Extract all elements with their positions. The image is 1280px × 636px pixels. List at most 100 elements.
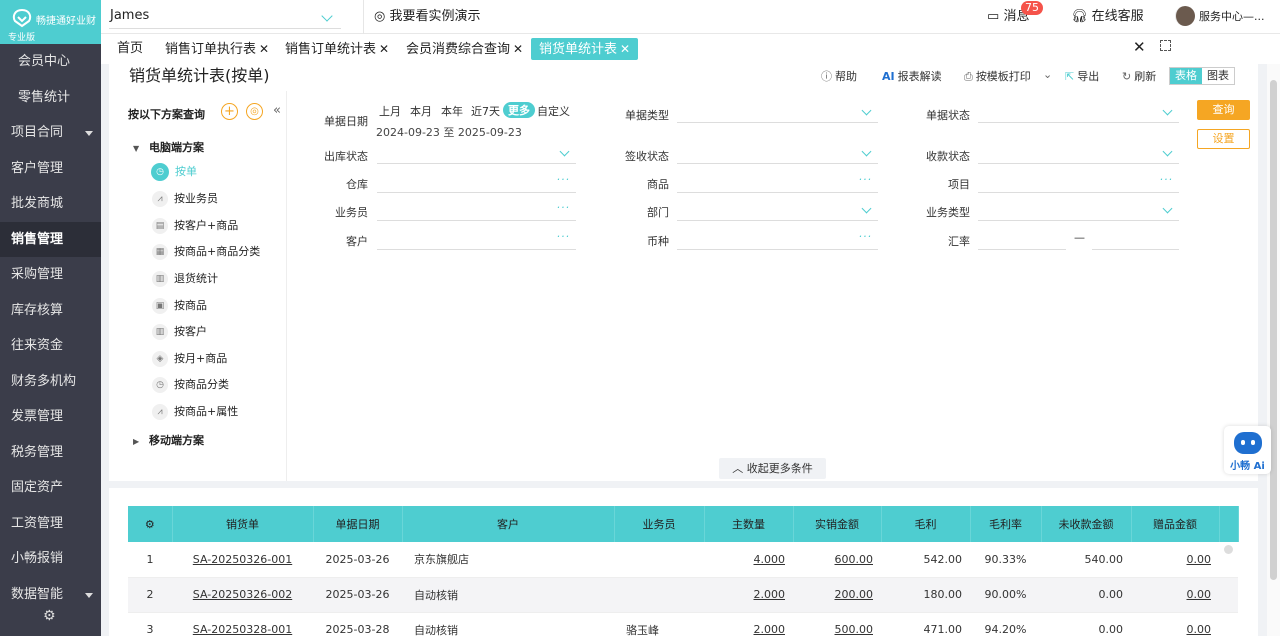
gift-cell[interactable]: 0.00 (1131, 577, 1219, 613)
tree-item-by-salesman[interactable]: ⩘ 按业务员 (152, 190, 218, 208)
export-button[interactable]: ⇱ 导出 (1065, 68, 1099, 84)
view-chart-button[interactable]: 图表 (1202, 68, 1234, 84)
date-range-value[interactable]: 2024-09-23 至 2025-09-23 (376, 124, 522, 140)
tree-item-by-customer-product[interactable]: ▤ 按客户+商品 (152, 217, 238, 235)
settings-button[interactable]: 设置 (1197, 129, 1250, 149)
tab-sales-order-stats[interactable]: 销售订单统计表 ✕ (285, 38, 389, 60)
table-row[interactable]: 3 SA-20250328-001 2025-03-28 自动核销 骆玉峰 2.… (128, 612, 1238, 636)
collapse-panel-icon[interactable]: « (273, 103, 281, 118)
salesman-field[interactable]: ··· (377, 199, 576, 221)
doc-status-select[interactable] (978, 101, 1179, 123)
sidebar-item-sales[interactable]: 销售管理 (0, 221, 101, 257)
refresh-button[interactable]: ↻ 刷新 (1122, 68, 1156, 84)
qty-link[interactable]: 4.000 (754, 553, 786, 566)
customer-field[interactable]: ··· (377, 228, 576, 250)
sidebar-item-finance-org[interactable]: 财务多机构 (0, 364, 101, 400)
column-header[interactable]: 毛利率 (970, 506, 1042, 542)
gear-icon[interactable]: ⚙ (43, 608, 56, 624)
doc-number-link[interactable]: SA-20250326-002 (172, 577, 313, 613)
doc-number[interactable]: SA-20250326-001 (193, 553, 292, 566)
table-scroll-handle[interactable] (1224, 545, 1233, 554)
quick-this-month[interactable]: 本月 (410, 103, 432, 119)
quick-more[interactable]: 更多 (503, 102, 535, 118)
sign-status-select[interactable] (677, 142, 878, 164)
logo[interactable]: 畅捷通好业财 专业版 (0, 0, 101, 44)
gift-link[interactable]: 0.00 (1187, 553, 1212, 566)
tree-item-by-product[interactable]: ▣ 按商品 (152, 297, 207, 315)
ai-assistant-button[interactable]: 小畅 Ai (1224, 426, 1271, 474)
query-button[interactable]: 查询 (1197, 100, 1250, 120)
quick-last-7-days[interactable]: 近7天 (471, 103, 500, 119)
doc-number[interactable]: SA-20250326-002 (193, 588, 292, 601)
doc-number[interactable]: SA-20250328-001 (193, 623, 292, 636)
out-status-select[interactable] (377, 142, 576, 164)
close-icon[interactable]: ✕ (379, 42, 389, 56)
tree-item-by-month-product[interactable]: ◈ 按月+商品 (152, 350, 227, 368)
close-icon[interactable]: ✕ (620, 42, 630, 56)
tree-item-by-customer[interactable]: ▥ 按客户 (152, 323, 207, 341)
doc-number-link[interactable]: SA-20250328-001 (172, 612, 313, 636)
account-select[interactable]: James (109, 3, 341, 29)
tab-sales-delivery-stats[interactable]: 销货单统计表 ✕ (531, 38, 639, 60)
qty-link[interactable]: 2.000 (754, 588, 786, 601)
more-dots-icon[interactable]: ··· (557, 201, 571, 214)
more-dots-icon[interactable]: ··· (557, 173, 571, 186)
tab-sales-order-exec[interactable]: 销售订单执行表 ✕ (165, 38, 269, 60)
tree-item-by-category[interactable]: ◷ 按商品分类 (152, 376, 229, 394)
column-header[interactable]: 毛利 (881, 506, 971, 542)
print-dropdown-icon[interactable]: ⌄ (1043, 68, 1052, 81)
gift-cell[interactable]: 0.00 (1131, 542, 1219, 578)
table-row[interactable]: 2 SA-20250326-002 2025-03-26 自动核销 2.000 … (128, 577, 1238, 613)
more-dots-icon[interactable]: ··· (557, 230, 571, 243)
sidebar-item-retail-stats[interactable]: 零售统计 (0, 80, 101, 116)
online-service-button[interactable]: 🎧︎ 在线客服 (1071, 0, 1144, 34)
sidebar-item-project-contract[interactable]: 项目合同 (0, 115, 101, 151)
sidebar-item-payroll[interactable]: 工资管理 (0, 506, 101, 542)
column-header[interactable]: 主数量 (704, 506, 794, 542)
amount-link[interactable]: 600.00 (835, 553, 874, 566)
print-template-button[interactable]: ⎙ 按模板打印 (964, 68, 1031, 84)
tree-item-by-product-attr[interactable]: ⩘ 按商品+属性 (152, 403, 238, 421)
qty-cell[interactable]: 2.000 (704, 577, 793, 613)
currency-field[interactable]: ··· (677, 228, 878, 250)
add-scheme-icon[interactable]: + (221, 103, 238, 120)
tree-group-mobile[interactable]: ▶ 移动端方案 (133, 432, 204, 448)
sidebar-item-fixed-assets[interactable]: 固定资产 (0, 470, 101, 506)
sidebar-item-purchase[interactable]: 采购管理 (0, 257, 101, 293)
target-icon[interactable]: ◎ (246, 103, 263, 120)
column-header[interactable]: 未收款金额 (1041, 506, 1132, 542)
tree-item-returns[interactable]: ▥ 退货统计 (152, 270, 218, 288)
service-center-menu[interactable]: 服务中心—... (1199, 0, 1265, 34)
quick-this-year[interactable]: 本年 (441, 103, 463, 119)
tab-member-consumption[interactable]: 会员消费综合查询 ✕ (406, 38, 523, 60)
amount-cell[interactable]: 600.00 (793, 542, 881, 578)
column-header[interactable]: 单据日期 (313, 506, 403, 542)
ai-read-button[interactable]: AI 报表解读 (882, 68, 942, 84)
column-settings-icon[interactable]: ⚙ (128, 506, 173, 542)
gift-link[interactable]: 0.00 (1187, 623, 1212, 636)
sidebar-item-member-center[interactable]: 会员中心 (0, 44, 101, 80)
column-header[interactable]: 赠品金额 (1131, 506, 1220, 542)
doc-type-select[interactable] (677, 101, 878, 123)
quick-last-month[interactable]: 上月 (379, 103, 401, 119)
amount-cell[interactable]: 500.00 (793, 612, 881, 636)
rate-to-input[interactable] (1092, 228, 1179, 250)
qty-link[interactable]: 2.000 (754, 623, 786, 636)
amount-link[interactable]: 500.00 (835, 623, 874, 636)
more-dots-icon[interactable]: ··· (859, 173, 873, 186)
help-button[interactable]: ⓘ 帮助 (821, 68, 857, 84)
sidebar-item-inventory[interactable]: 库存核算 (0, 293, 101, 329)
sidebar-item-wholesale[interactable]: 批发商城 (0, 186, 101, 222)
demo-link[interactable]: ◎ 我要看实例演示 (363, 0, 481, 34)
rate-from-input[interactable] (978, 228, 1066, 250)
amount-cell[interactable]: 200.00 (793, 577, 881, 613)
scrollbar-thumb[interactable] (1270, 80, 1277, 580)
maximize-icon[interactable] (1160, 40, 1171, 51)
quick-custom[interactable]: 自定义 (537, 103, 570, 119)
qty-cell[interactable]: 2.000 (704, 612, 793, 636)
sidebar-item-expense[interactable]: 小畅报销 (0, 541, 101, 577)
biz-type-select[interactable] (978, 199, 1179, 221)
gift-link[interactable]: 0.00 (1187, 588, 1212, 601)
doc-number-link[interactable]: SA-20250326-001 (172, 542, 313, 578)
sidebar-item-funds[interactable]: 往来资金 (0, 328, 101, 364)
